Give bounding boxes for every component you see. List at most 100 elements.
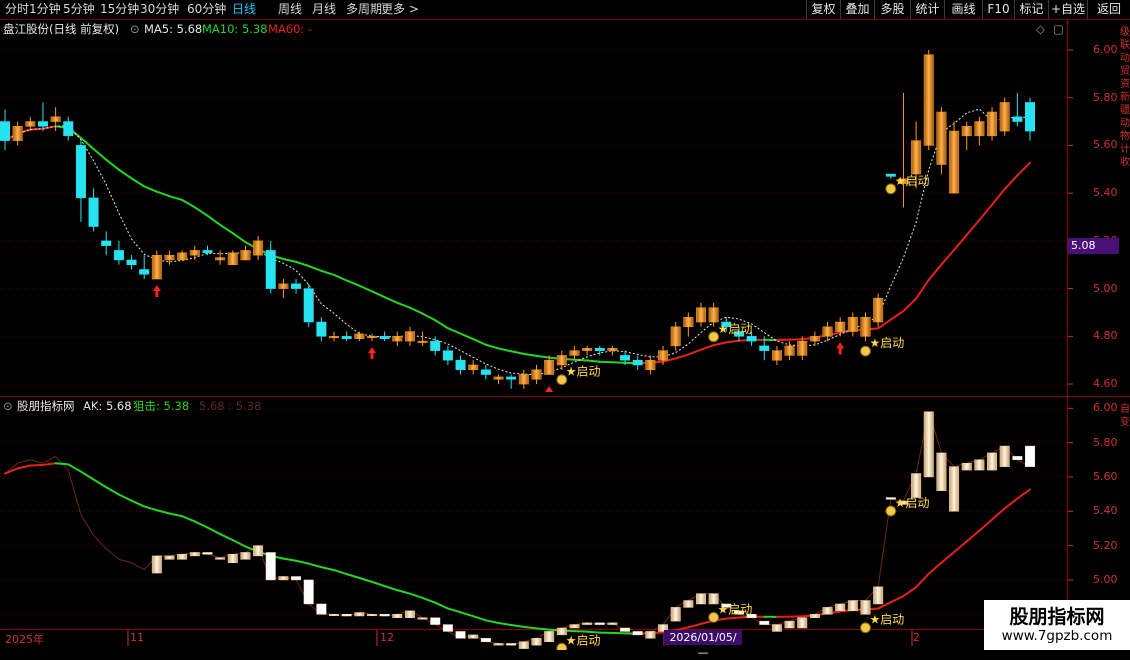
candle-body [1000,102,1009,131]
candle-body [785,346,794,356]
candle-body [810,336,819,341]
sub-slow-segment [941,552,954,563]
sub-money-bag-icon [886,506,896,516]
buy-arrow-icon [836,342,844,354]
sub-slow-segment [233,540,246,546]
slow-ma-segment [157,192,170,197]
tab-4[interactable]: 30分钟 [140,1,179,18]
candle-body [557,355,566,365]
candle-body [127,260,136,265]
candle-body [899,179,908,184]
sub-money-bag-icon [557,643,567,650]
candle-body [861,317,870,336]
slow-ma-segment [903,299,916,311]
square-icon[interactable]: ▢ [1053,21,1064,37]
ak-label: AK: 5.68 [83,398,132,414]
sub-slow-segment [714,619,727,621]
slow-ma-segment [840,330,853,332]
toolbar-button-2[interactable]: 多股 [874,0,910,19]
sub-candle-body [810,614,819,617]
sub-candle-body [1000,446,1009,467]
dropdown-icon[interactable]: ⊙ [130,21,140,37]
slow-ma-segment [828,333,841,336]
sub-slow-segment [119,494,132,500]
tab-9[interactable]: 多周期 [346,1,382,18]
toolbar-button-4[interactable]: 画线 [944,0,982,19]
sub-slow-segment [929,563,942,574]
candle-body [51,117,60,122]
slow-ma-segment [132,178,145,186]
candle-body [823,327,832,337]
sub-candle-body [190,552,199,555]
price-tick: 5.00 [1093,282,1130,295]
sub-candle-body [342,614,351,616]
vertical-info-main: 级联动贸资新疆动物计收 [1120,26,1130,169]
candle-body [317,322,326,336]
slow-ma-segment [5,133,18,140]
sub-slow-segment [688,624,701,627]
sub-candle-body [684,601,693,608]
sub-slow-segment [30,465,43,466]
candlestick-chart[interactable]: ★启动★启动★启动★启动★启动★启动★启动★启动 [0,0,1130,650]
toolbar-button-8[interactable]: 返回 [1087,0,1130,19]
tab-0[interactable]: 分时 [5,1,29,18]
slow-ma-segment [423,314,436,321]
candle-body [152,255,161,279]
tab-3[interactable]: 15分钟 [100,1,139,18]
toolbar-button-5[interactable]: F10 [982,0,1014,19]
main-money-bag-icon [709,332,719,342]
candle-body [367,336,376,338]
candle-body [671,327,680,346]
sub-slow-segment [182,516,195,521]
candle-body [544,360,553,374]
sub-candle-body [506,643,515,645]
tab-10[interactable]: 更多 > [381,1,419,18]
candle-body [101,241,110,246]
sub-slow-segment [283,559,296,561]
tab-5[interactable]: 60分钟 [187,1,226,18]
buy-arrow-icon [153,285,161,297]
slow-ma-segment [802,338,815,340]
sub-slow-segment [372,582,385,586]
candle-body [924,55,933,146]
tab-8[interactable]: 月线 [312,1,336,18]
tab-6[interactable]: 日线 [232,1,256,18]
candle-body [760,346,769,351]
sub-candle-body [253,546,262,556]
sub-slow-segment [195,521,208,527]
toolbar-button-7[interactable]: +自选 [1048,0,1087,19]
candle-body [772,351,781,361]
sub-candle-body [760,621,769,624]
candle-body [405,332,414,342]
slow-ma-segment [397,303,410,308]
main-money-bag-icon [886,184,896,194]
candle-body [380,336,389,338]
sub-dropdown-icon[interactable]: ⊙ [3,398,13,414]
tab-7[interactable]: 周线 [278,1,302,18]
sub-candle-body [241,552,250,559]
candle-body [215,258,224,260]
toolbar-button-1[interactable]: 叠加 [840,0,874,19]
slow-ma-segment [68,128,81,138]
sub-slow-segment [979,520,992,531]
sub-candle-body [722,604,731,607]
sub-slow-segment [461,612,474,616]
candle-body [620,355,629,360]
candle-body [608,348,617,350]
sub-candle-body [431,618,440,625]
sub-slow-segment [258,552,271,556]
sub-slow-segment [207,528,220,535]
watermark-url: www.7gpzb.com [984,628,1130,644]
slow-ma-segment [865,328,878,329]
tab-2[interactable]: 5分钟 [63,1,95,18]
toolbar-button-6[interactable]: 标记 [1014,0,1048,19]
sub-candle-body [456,631,465,638]
low-marker-icon [545,386,553,392]
watermark-title: 股朋指标网 [984,602,1130,629]
candle-body [253,241,262,255]
toolbar-button-0[interactable]: 复权 [806,0,840,19]
toolbar-button-3[interactable]: 统计 [910,0,944,19]
sub-candle-body [165,556,174,559]
tab-1[interactable]: 1分钟 [29,1,61,18]
diamond-icon[interactable]: ◇ [1036,21,1045,37]
